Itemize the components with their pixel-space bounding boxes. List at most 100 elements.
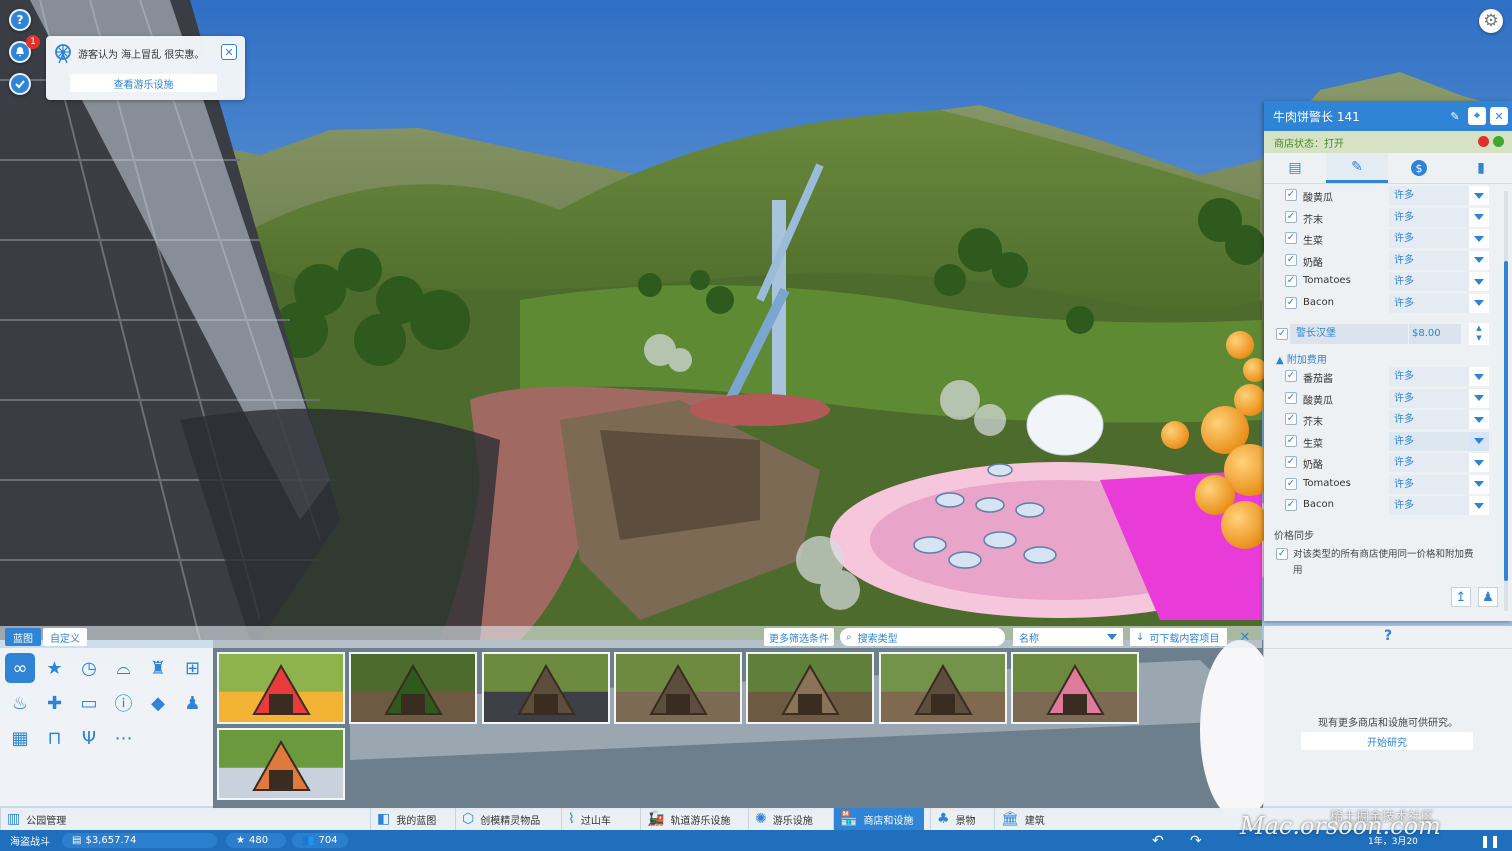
ingredient-amount[interactable]: 许多 (1389, 453, 1469, 472)
scrollbar-thumb[interactable] (1504, 261, 1508, 581)
tab-custom[interactable]: 自定义 (43, 628, 87, 646)
more-filters-button[interactable]: 更多筛选条件 (764, 628, 834, 646)
amount-dropdown[interactable] (1469, 250, 1489, 270)
undo-button[interactable]: ↶ (1152, 833, 1164, 849)
ingredient-checkbox[interactable]: ✓ (1285, 499, 1297, 511)
park-name[interactable]: 海盗战斗 (10, 833, 50, 848)
settings-button[interactable]: ⚙ (1479, 9, 1503, 33)
category-ticket[interactable]: ◆ (143, 688, 173, 718)
amount-dropdown[interactable] (1469, 388, 1489, 408)
nav-item[interactable]: ♣ 景物 (930, 808, 987, 830)
price-stepper[interactable]: ▲ ▼ (1469, 323, 1489, 345)
start-research-button[interactable]: 开始研究 (1301, 732, 1473, 750)
ingredient-checkbox[interactable]: ✓ (1285, 391, 1297, 404)
money-display[interactable]: ▤ $3,657.74 (62, 833, 217, 848)
category-more[interactable]: ⋯ (109, 723, 139, 753)
category-hat[interactable]: ⌓ (109, 653, 139, 683)
sort-dropdown[interactable]: 名称 (1013, 628, 1123, 646)
upgrade-button[interactable]: ↥ (1451, 587, 1471, 607)
ingredient-amount[interactable]: 许多 (1389, 207, 1469, 227)
nav-item[interactable]: ⌇ 过山车 (561, 808, 633, 830)
ingredient-checkbox[interactable]: ✓ (1285, 232, 1297, 244)
amount-dropdown[interactable] (1469, 186, 1489, 205)
ingredient-amount[interactable]: 许多 (1389, 388, 1469, 408)
help-button[interactable]: ? (9, 9, 31, 31)
ingredient-amount[interactable]: 许多 (1389, 474, 1469, 494)
ingredient-checkbox[interactable]: ✓ (1285, 189, 1297, 201)
nav-item[interactable]: ◧ 我的蓝图 (370, 808, 452, 830)
guests-display[interactable]: 👥 704 (292, 833, 348, 848)
price-up-icon[interactable]: ▲ (1469, 323, 1489, 333)
nav-item[interactable]: 🏪 商店和设施 (833, 808, 924, 830)
amount-dropdown[interactable] (1469, 474, 1489, 494)
blueprint-thumbnail[interactable] (349, 652, 478, 724)
blueprint-thumbnail[interactable] (613, 652, 742, 724)
ingredient-amount[interactable]: 许多 (1389, 186, 1469, 205)
rating-display[interactable]: ★ 480 (226, 833, 286, 848)
blueprint-thumbnail[interactable] (481, 652, 610, 724)
panel-scrollbar[interactable] (1504, 191, 1508, 611)
ingredient-checkbox[interactable]: ✓ (1285, 456, 1297, 468)
ingredient-checkbox[interactable]: ✓ (1285, 434, 1297, 447)
help-icon[interactable]: ? (1384, 628, 1392, 644)
objectives-button[interactable] (9, 73, 31, 95)
ingredient-amount[interactable]: 许多 (1389, 293, 1469, 313)
ingredient-checkbox[interactable]: ✓ (1285, 413, 1297, 425)
category-gate[interactable]: ⊓ (40, 723, 70, 753)
panel-close-button[interactable]: ✕ (1490, 107, 1508, 125)
nav-item[interactable]: ▥ 公园管理 (0, 808, 72, 830)
ingredient-amount[interactable]: 许多 (1389, 229, 1469, 248)
amount-dropdown[interactable] (1469, 367, 1489, 386)
category-info[interactable]: ⓘ (109, 688, 139, 718)
product-price[interactable]: $8.00 (1409, 324, 1461, 344)
blueprint-thumbnail[interactable] (746, 652, 875, 724)
category-trash[interactable]: ♜ (143, 653, 173, 683)
amount-dropdown[interactable] (1469, 496, 1489, 515)
ingredient-checkbox[interactable]: ✓ (1285, 296, 1297, 309)
blueprint-thumbnail[interactable] (878, 652, 1007, 724)
category-staff[interactable]: ♟ (178, 688, 208, 718)
ingredient-amount[interactable]: 许多 (1389, 272, 1469, 291)
tab-finance[interactable]: $ (1388, 153, 1450, 183)
nav-item[interactable]: ✺ 游乐设施 (748, 808, 832, 830)
rename-button[interactable]: ✎ (1446, 107, 1464, 125)
search-input[interactable]: ⌕ 搜索类型 (840, 628, 1005, 646)
category-firstaid[interactable]: ✚ (40, 688, 70, 718)
staff-button[interactable]: ♟ (1478, 587, 1498, 607)
category-atm[interactable]: ▭ (74, 688, 104, 718)
blueprint-thumbnail[interactable] (217, 652, 345, 724)
ingredient-amount[interactable]: 许多 (1389, 410, 1469, 429)
category-star[interactable]: ★ (40, 653, 70, 683)
ingredient-amount[interactable]: 许多 (1389, 367, 1469, 386)
nav-item[interactable]: 🏛 建筑 (994, 808, 1054, 830)
category-food[interactable]: Ψ (74, 723, 104, 753)
ingredient-checkbox[interactable]: ✓ (1285, 210, 1297, 223)
ingredient-checkbox[interactable]: ✓ (1285, 275, 1297, 287)
downloadable-content-button[interactable]: ↓ 可下载内容项目 (1130, 628, 1227, 646)
amount-dropdown[interactable] (1469, 410, 1489, 429)
view-ride-button[interactable]: 查看游乐设施 (70, 74, 217, 92)
tab-blueprint[interactable]: 蓝图 (5, 628, 41, 646)
notification-close-button[interactable]: ✕ (221, 44, 237, 60)
ingredient-checkbox[interactable]: ✓ (1285, 477, 1297, 490)
nav-item[interactable]: ⬡ 创模精灵物品 (455, 808, 553, 830)
nav-item[interactable]: 🚂 轨道游乐设施 (640, 808, 742, 830)
ingredient-checkbox[interactable]: ✓ (1285, 253, 1297, 266)
category-gift[interactable]: ⊞ (178, 653, 208, 683)
category-clock[interactable]: ◷ (74, 653, 104, 683)
amount-dropdown[interactable] (1469, 293, 1489, 313)
ingredient-amount[interactable]: 许多 (1389, 250, 1469, 270)
redo-button[interactable]: ↷ (1190, 833, 1202, 849)
close-shop-toggle[interactable] (1478, 136, 1489, 147)
ingredient-checkbox[interactable]: ✓ (1285, 370, 1297, 382)
category-infinity[interactable]: ∞ (5, 653, 35, 683)
ingredient-amount[interactable]: 许多 (1389, 431, 1469, 451)
price-down-icon[interactable]: ▼ (1469, 333, 1489, 343)
tab-stats[interactable]: ▮ (1450, 153, 1512, 183)
price-sync-checkbox[interactable]: ✓ (1276, 548, 1288, 560)
amount-dropdown[interactable] (1469, 207, 1489, 227)
amount-dropdown[interactable] (1469, 453, 1489, 472)
amount-dropdown[interactable] (1469, 431, 1489, 451)
open-shop-toggle[interactable] (1493, 136, 1504, 147)
pause-button[interactable]: ❚❚ (1480, 833, 1500, 848)
